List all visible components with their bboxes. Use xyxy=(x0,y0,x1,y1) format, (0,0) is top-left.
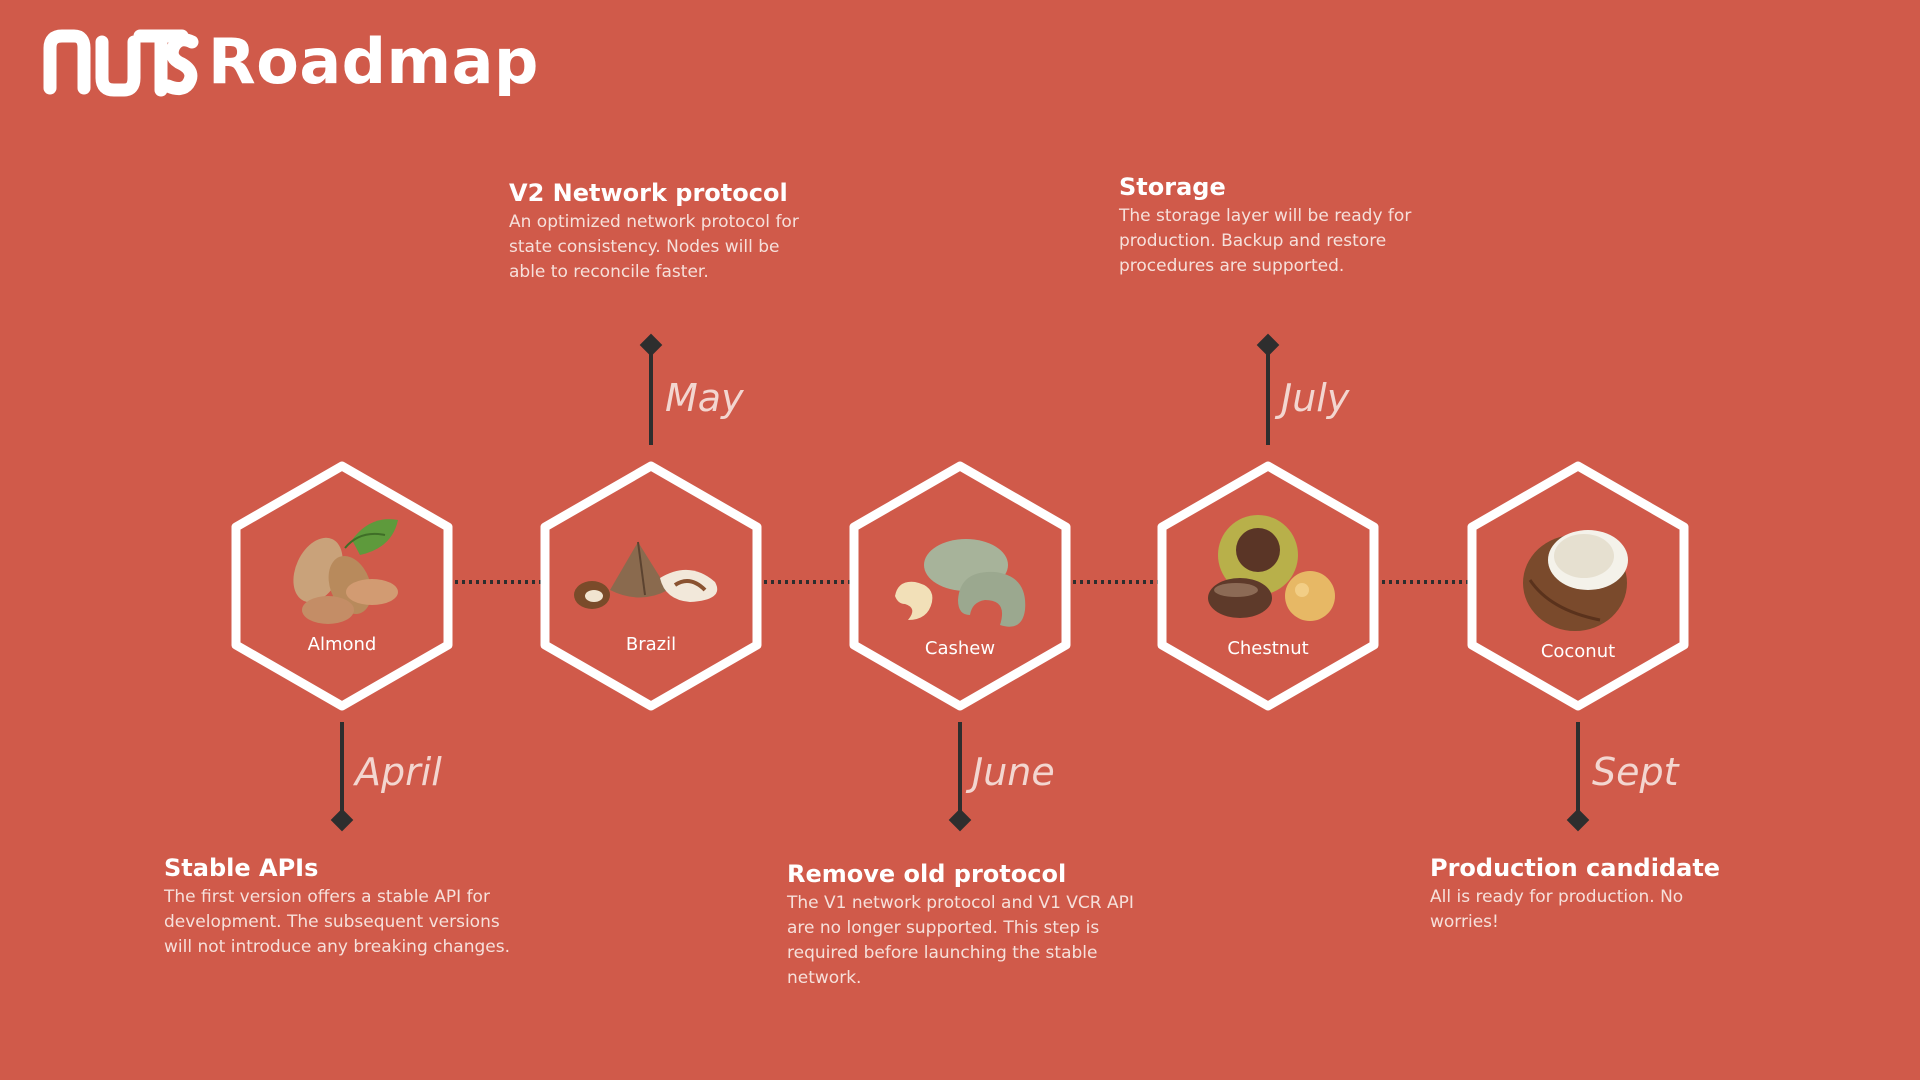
milestone-july: Storage The storage layer will be ready … xyxy=(1119,172,1429,279)
milestone-description: The storage layer will be ready for prod… xyxy=(1119,206,1412,276)
nut-label-cashew: Cashew xyxy=(924,638,996,659)
diamond-april xyxy=(330,808,354,832)
diamond-may xyxy=(639,333,663,357)
month-may: May xyxy=(665,376,744,420)
milestone-title: Storage xyxy=(1119,173,1226,201)
milestone-description: The V1 network protocol and V1 VCR API a… xyxy=(787,893,1134,988)
nut-label-almond: Almond xyxy=(307,634,377,655)
milestone-sept: Production candidate All is ready for pr… xyxy=(1430,853,1730,935)
diamond-june xyxy=(948,808,972,832)
chestnut-icon xyxy=(1208,515,1335,621)
milestone-title: Stable APIs xyxy=(164,854,319,882)
almond-icon xyxy=(293,519,398,624)
nut-label-brazil: Brazil xyxy=(625,634,677,655)
month-april: April xyxy=(355,750,442,794)
month-july: July xyxy=(1281,376,1350,420)
nut-label-chestnut: Chestnut xyxy=(1227,638,1309,659)
milestone-description: An optimized network protocol for state … xyxy=(509,212,799,282)
coconut-icon xyxy=(1523,530,1628,631)
month-sept: Sept xyxy=(1592,750,1679,794)
diamond-july xyxy=(1256,333,1280,357)
nut-label-coconut: Coconut xyxy=(1540,641,1616,662)
milestone-description: The first version offers a stable API fo… xyxy=(164,887,510,957)
milestone-april: Stable APIs The first version offers a s… xyxy=(164,853,524,960)
milestone-title: Production candidate xyxy=(1430,854,1721,882)
diamond-sept xyxy=(1566,808,1590,832)
cashew-icon xyxy=(895,539,1026,627)
brazil-nut-icon xyxy=(574,541,718,609)
month-june: June xyxy=(972,750,1055,794)
milestone-title: V2 Network protocol xyxy=(509,179,788,207)
milestone-description: All is ready for production. No worries! xyxy=(1430,887,1684,932)
milestone-title: Remove old protocol xyxy=(787,860,1067,888)
milestone-june: Remove old protocol The V1 network proto… xyxy=(787,859,1137,991)
milestone-may: V2 Network protocol An optimized network… xyxy=(509,178,819,285)
